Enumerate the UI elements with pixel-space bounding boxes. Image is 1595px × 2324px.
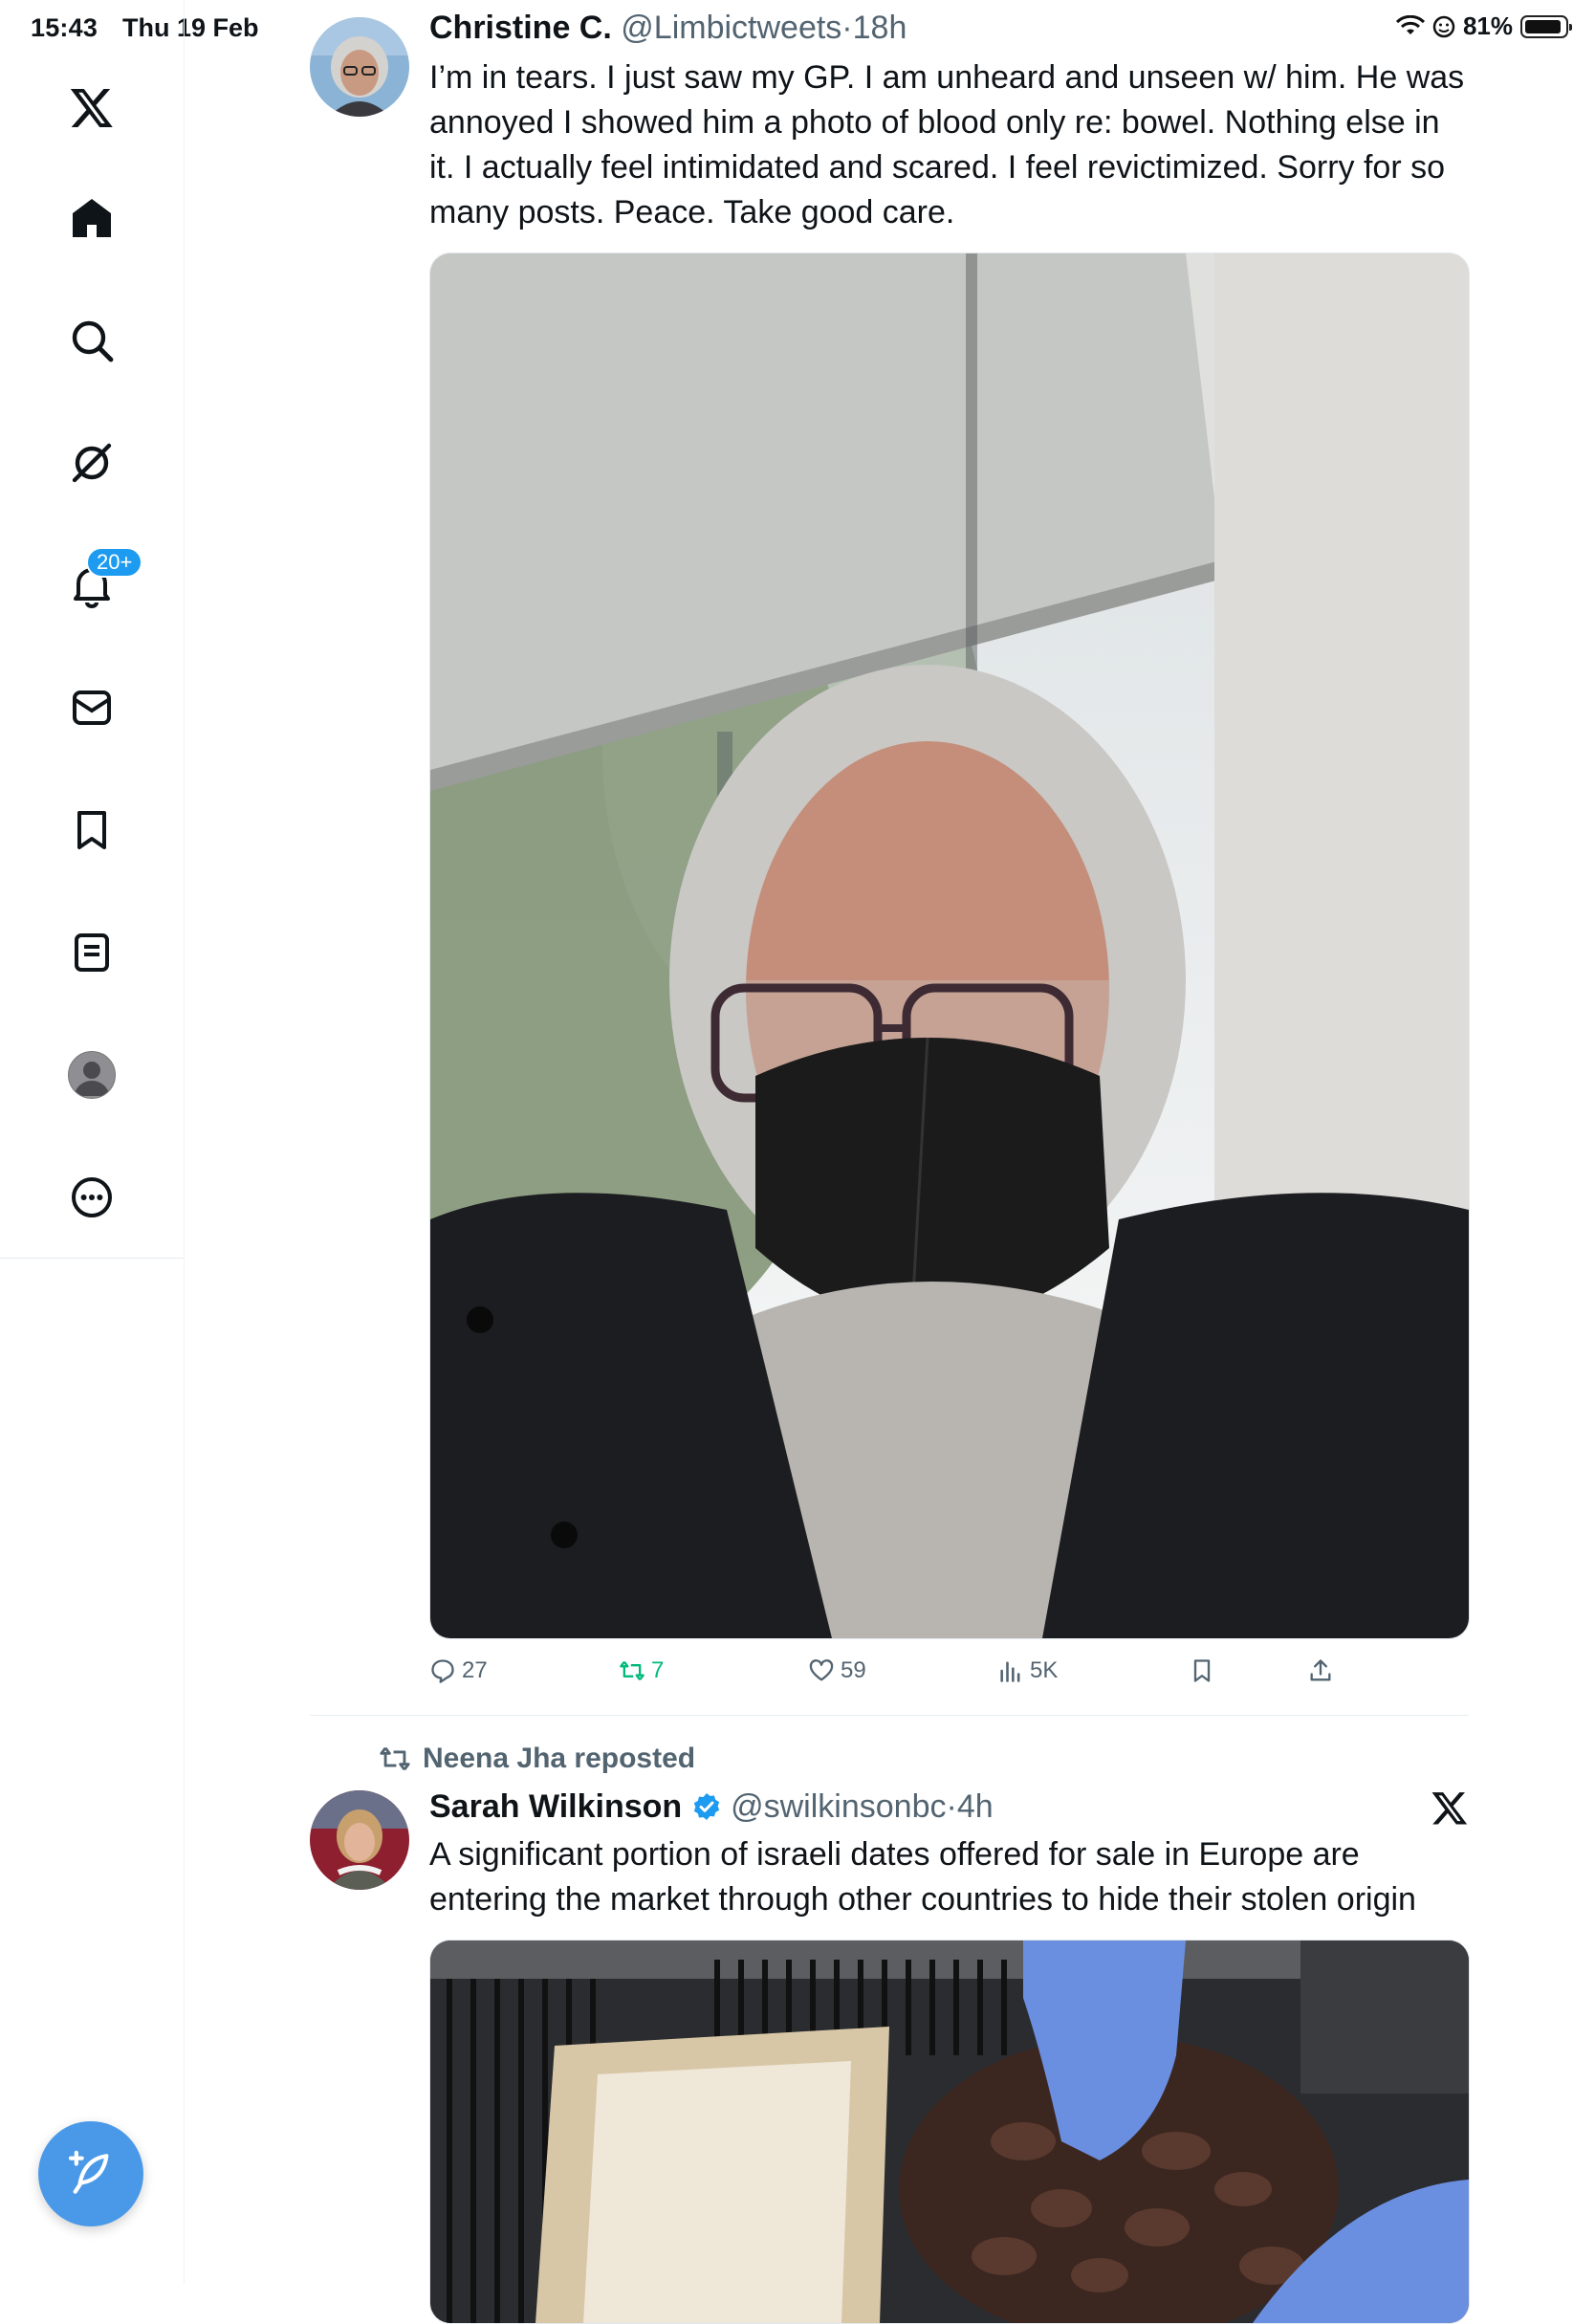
tweet-actions: 27 7 59 5K [429, 1657, 1468, 1696]
views-count: 5K [1030, 1657, 1059, 1683]
verified-badge-icon [693, 1793, 719, 1820]
user-handle[interactable]: @Limbictweets [621, 10, 841, 46]
repost-button[interactable]: 7 [619, 1657, 664, 1684]
tweet-photo[interactable] [429, 1940, 1470, 2324]
views-button[interactable]: 5K [997, 1657, 1058, 1684]
sidebar-nav: 20+ [0, 0, 185, 2284]
profile-avatar [68, 1051, 116, 1099]
separator-dot: · [946, 1788, 957, 1825]
like-button[interactable]: 59 [808, 1657, 866, 1684]
repost-icon [380, 1746, 410, 1771]
bookmarks-icon[interactable] [54, 792, 130, 868]
like-count: 59 [841, 1657, 866, 1683]
notifications-icon[interactable]: 20+ [54, 547, 143, 624]
compose-feather-icon [68, 2150, 109, 2194]
compose-button[interactable] [38, 2121, 143, 2226]
share-button[interactable] [1307, 1657, 1334, 1684]
x-logo-icon[interactable] [54, 69, 130, 145]
display-name[interactable]: Sarah Wilkinson [429, 1788, 682, 1825]
reply-count: 27 [462, 1657, 488, 1683]
more-icon[interactable] [54, 1159, 130, 1236]
tweet-divider [310, 1715, 1469, 1716]
heart-icon [809, 1659, 834, 1681]
separator-dot: · [841, 10, 853, 46]
tweet-text: I’m in tears. I just saw my GP. I am unh… [429, 59, 1465, 230]
battery-icon [1520, 14, 1572, 38]
share-icon [1310, 1659, 1331, 1681]
tweet-text: A significant portion of israeli dates o… [429, 1836, 1416, 1918]
messages-icon[interactable] [54, 669, 130, 746]
profile-icon[interactable] [54, 1037, 130, 1113]
bookmark-button[interactable] [1189, 1657, 1215, 1684]
bookmark-icon [1193, 1659, 1211, 1682]
search-icon[interactable] [54, 302, 130, 379]
home-icon[interactable] [54, 180, 130, 256]
avatar[interactable] [310, 1790, 409, 1890]
tweet-time[interactable]: 18h [853, 10, 907, 46]
tweet-card[interactable]: Sarah Wilkinson @swilkinsonbc·4h A signi… [310, 1781, 1470, 2324]
notifications-badge: 20+ [86, 547, 143, 578]
tweet-header: Christine C. @Limbictweets·18h [429, 10, 907, 47]
reply-button[interactable]: 27 [429, 1657, 488, 1684]
repost-indicator[interactable]: Neena Jha reposted [379, 1743, 695, 1775]
avatar[interactable] [310, 17, 409, 117]
user-handle[interactable]: @swilkinsonbc [731, 1788, 946, 1825]
tweet-time[interactable]: 4h [957, 1788, 994, 1825]
reply-icon [431, 1659, 454, 1683]
tweet-card[interactable]: Christine C. @Limbictweets·18h I’m in te… [310, 0, 1470, 1712]
repost-count: 7 [651, 1657, 665, 1683]
tweet-photo[interactable] [429, 252, 1470, 1639]
grok-icon[interactable] [54, 425, 130, 501]
battery-percent: 81% [1462, 11, 1513, 40]
repost-label: Neena Jha reposted [423, 1743, 696, 1774]
tweet-header: Sarah Wilkinson @swilkinsonbc·4h [429, 1788, 994, 1826]
views-icon [1000, 1661, 1020, 1682]
repost-icon [620, 1660, 645, 1681]
x-brand-icon [1431, 1788, 1469, 1827]
sidebar-divider [0, 1258, 184, 1259]
lists-icon[interactable] [54, 914, 130, 991]
display-name[interactable]: Christine C. [429, 10, 612, 46]
